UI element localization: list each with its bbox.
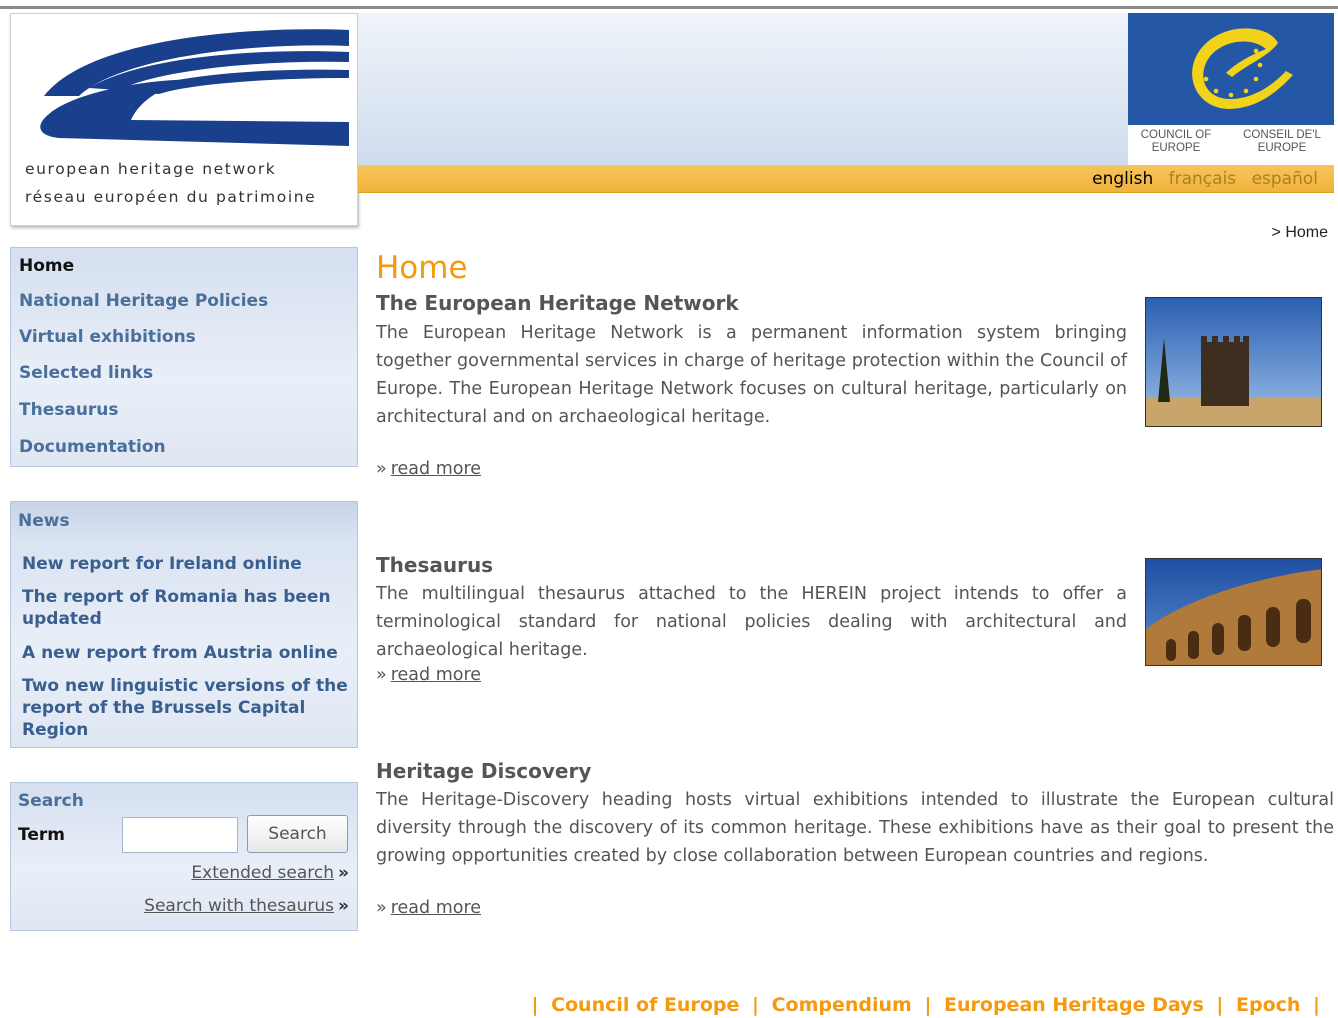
footer-link-council-of-europe[interactable]: Council of Europe bbox=[551, 994, 739, 1016]
news-item[interactable]: A new report from Austria online bbox=[22, 642, 352, 664]
search-panel: Search Term Search Extended search» Sear… bbox=[10, 782, 358, 931]
section-text: The European Heritage Network is a perma… bbox=[376, 323, 1127, 427]
news-item[interactable]: The report of Romania has been updated bbox=[22, 586, 352, 630]
council-of-europe-logo[interactable]: COUNCIL OF EUROPE CONSEIL DE'L EUROPE bbox=[1128, 13, 1334, 163]
footer-separator: | bbox=[1216, 994, 1224, 1016]
read-more-row: » read more bbox=[376, 665, 481, 685]
footer-separator: | bbox=[531, 994, 539, 1016]
section-text: The multilingual thesaurus attached to t… bbox=[376, 584, 1127, 660]
nav-item-virtual-exhibitions[interactable]: Virtual exhibitions bbox=[19, 327, 196, 347]
news-panel: News New report for Ireland online The r… bbox=[10, 501, 358, 748]
news-header: News bbox=[11, 502, 357, 540]
colosseum-image bbox=[1146, 559, 1321, 665]
lang-spanish[interactable]: español bbox=[1252, 169, 1318, 189]
coe-caption-english: COUNCIL OF EUROPE bbox=[1140, 129, 1212, 154]
section-title: Thesaurus bbox=[376, 553, 494, 577]
language-switcher: english français español bbox=[1082, 169, 1318, 189]
lang-french[interactable]: français bbox=[1169, 169, 1237, 189]
section-title: The European Heritage Network bbox=[376, 291, 739, 315]
section-text: The Heritage-Discovery heading hosts vir… bbox=[376, 790, 1334, 866]
tower-photo bbox=[1145, 297, 1322, 427]
language-bar: english français español bbox=[358, 165, 1334, 193]
nav-item-national-heritage-policies[interactable]: National Heritage Policies bbox=[19, 291, 268, 311]
search-title: Search bbox=[18, 791, 84, 811]
footer-link-epoch[interactable]: Epoch bbox=[1236, 994, 1300, 1016]
nav-item-thesaurus[interactable]: Thesaurus bbox=[19, 400, 119, 420]
footer-link-european-heritage-days[interactable]: European Heritage Days bbox=[944, 994, 1204, 1016]
read-more-link[interactable]: read more bbox=[391, 665, 481, 685]
news-item[interactable]: Two new linguistic versions of the repor… bbox=[22, 675, 352, 741]
lang-english[interactable]: english bbox=[1092, 169, 1153, 189]
section-title: Heritage Discovery bbox=[376, 759, 592, 783]
tower-image bbox=[1146, 298, 1321, 426]
extended-search-row: Extended search» bbox=[191, 863, 349, 883]
breadcrumb: > Home bbox=[1271, 224, 1328, 241]
thesaurus-search-row: Search with thesaurus» bbox=[144, 896, 349, 916]
thesaurus-search-link[interactable]: Search with thesaurus bbox=[144, 896, 334, 916]
coe-caption-french: CONSEIL DE'L EUROPE bbox=[1243, 129, 1321, 154]
read-more-row: » read more bbox=[376, 898, 481, 918]
arrow-icon: » bbox=[338, 896, 349, 916]
footer-separator: | bbox=[924, 994, 932, 1016]
news-item[interactable]: New report for Ireland online bbox=[22, 553, 352, 575]
logo-text-english: european heritage network bbox=[25, 160, 277, 178]
search-term-input[interactable] bbox=[122, 817, 238, 853]
nav-item-documentation[interactable]: Documentation bbox=[19, 437, 166, 457]
nav-item-selected-links[interactable]: Selected links bbox=[19, 363, 153, 383]
header-banner bbox=[358, 13, 1128, 165]
read-more-arrow-icon: » bbox=[376, 459, 387, 479]
news-title: News bbox=[18, 511, 70, 531]
main-navigation: Home National Heritage Policies Virtual … bbox=[10, 247, 358, 467]
read-more-arrow-icon: » bbox=[376, 898, 387, 918]
arrow-icon: » bbox=[338, 863, 349, 883]
coe-emblem-icon bbox=[1192, 28, 1293, 109]
read-more-link[interactable]: read more bbox=[391, 459, 481, 479]
herein-logo[interactable]: european heritage network réseau europée… bbox=[10, 13, 358, 226]
colosseum-photo bbox=[1145, 558, 1322, 666]
footer-separator: | bbox=[1313, 994, 1320, 1016]
nav-item-home[interactable]: Home bbox=[19, 256, 74, 276]
coe-flag bbox=[1128, 13, 1334, 125]
term-label: Term bbox=[18, 825, 65, 845]
extended-search-link[interactable]: Extended search bbox=[191, 863, 334, 883]
logo-text-french: réseau européen du patrimoine bbox=[25, 188, 317, 206]
logo-swoosh-icon bbox=[40, 29, 350, 146]
top-rule bbox=[0, 6, 1338, 9]
footer-links: | Council of Europe | Compendium | Europ… bbox=[525, 994, 1326, 1016]
read-more-link[interactable]: read more bbox=[391, 898, 481, 918]
read-more-row: » read more bbox=[376, 459, 481, 479]
footer-link-compendium[interactable]: Compendium bbox=[772, 994, 912, 1016]
page-title: Home bbox=[376, 250, 468, 286]
search-button[interactable]: Search bbox=[247, 815, 348, 853]
footer-separator: | bbox=[752, 994, 759, 1016]
read-more-arrow-icon: » bbox=[376, 665, 387, 685]
